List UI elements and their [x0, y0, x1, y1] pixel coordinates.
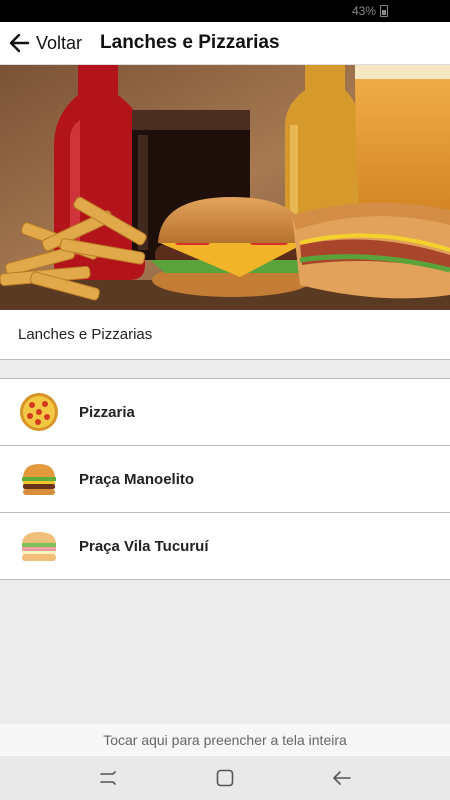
list-item-label: Praça Manoelito — [79, 470, 195, 488]
home-button[interactable] — [210, 763, 240, 793]
back-button[interactable]: Voltar — [0, 22, 82, 64]
sandwich-icon — [22, 532, 56, 561]
top-bar: Voltar Lanches e Pizzarias — [0, 22, 450, 65]
burger-icon — [22, 464, 56, 495]
arrow-left-icon — [9, 33, 30, 53]
battery-icon — [380, 5, 388, 17]
list-item-pizzaria[interactable]: Pizzaria — [0, 379, 450, 446]
back-label: Voltar — [36, 32, 83, 53]
list-item-praca-vila-tucurui[interactable]: Praça Vila Tucuruí — [0, 513, 450, 580]
food-banner-illustration — [0, 65, 450, 310]
page-title: Lanches e Pizzarias — [100, 32, 280, 53]
battery-percent: 43% — [351, 4, 376, 18]
list-item-label: Pizzaria — [79, 403, 135, 421]
recent-apps-icon — [100, 771, 117, 785]
list-item-label: Praça Vila Tucuruí — [79, 537, 209, 555]
fullscreen-prompt[interactable]: Tocar aqui para preencher a tela inteira — [0, 724, 450, 756]
hero-image — [0, 65, 450, 310]
back-icon — [332, 771, 351, 785]
pizza-icon — [20, 393, 58, 431]
system-nav-bar — [0, 756, 450, 800]
home-icon — [216, 769, 234, 787]
recent-apps-button[interactable] — [93, 763, 123, 793]
section-header: Lanches e Pizzarias — [0, 310, 450, 360]
place-list: Pizzaria Praça Manoelito Praça Vila Tucu… — [0, 378, 450, 580]
list-item-praca-manoelito[interactable]: Praça Manoelito — [0, 446, 450, 513]
system-back-button[interactable] — [327, 763, 357, 793]
status-bar: 43% — [0, 0, 450, 22]
